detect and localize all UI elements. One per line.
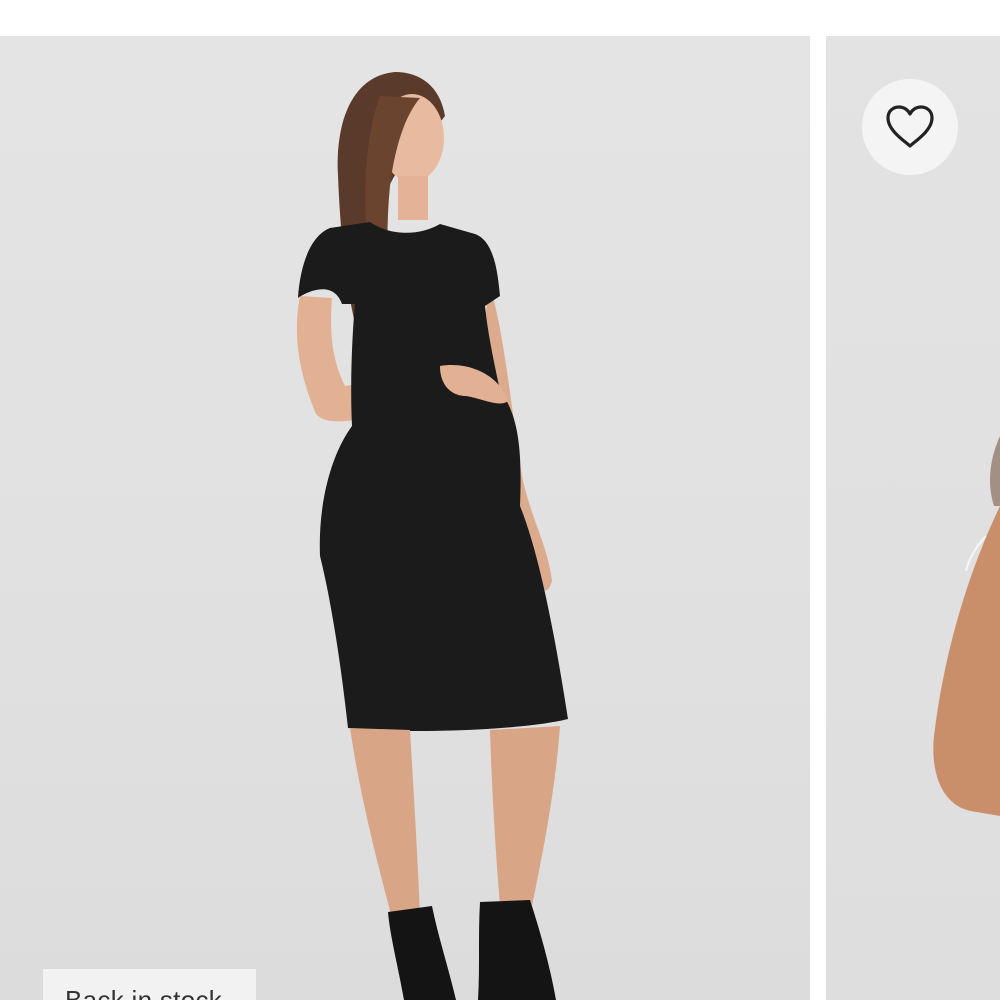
product-image-next[interactable] [826, 36, 1000, 1000]
model-dress [298, 222, 568, 731]
wishlist-button[interactable] [862, 79, 958, 175]
model-left-boot [388, 906, 456, 1000]
model-right-leg [490, 726, 560, 906]
back-in-stock-badge: Back in stock [43, 969, 256, 1000]
model-arm-partial [933, 506, 1000, 816]
model-right-boot [478, 900, 556, 1000]
product-image-gallery[interactable]: Back in stock [0, 36, 1000, 1000]
model-left-leg [350, 728, 420, 918]
model-photo-partial [933, 436, 1000, 816]
model-photo [296, 72, 568, 1000]
product-page: Back in stock [0, 0, 1000, 1000]
heart-outline-icon [886, 105, 934, 148]
product-image-main[interactable]: Back in stock [0, 36, 810, 1000]
